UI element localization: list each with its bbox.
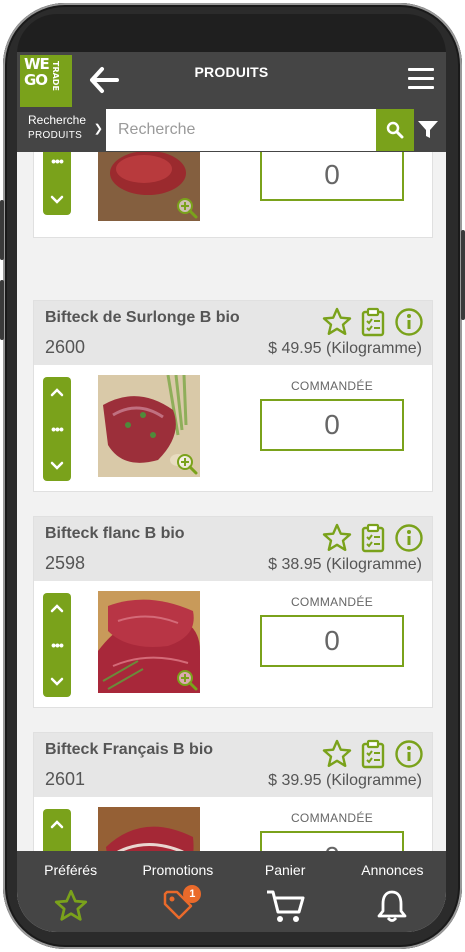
product-card-body: ••• CO xyxy=(34,581,432,707)
info-icon[interactable] xyxy=(394,739,424,769)
nav-label: Promotions xyxy=(142,862,214,878)
search-scope-select[interactable]: Recherche PRODUITS ❯ xyxy=(17,108,105,152)
nav-label: Panier xyxy=(264,862,306,878)
star-icon[interactable] xyxy=(322,523,352,553)
product-card-header: Bifteck flanc B bio 2598 $ 38.95 (Kilogr… xyxy=(34,517,432,581)
bottom-nav: Préférés Promotions 1 Panier Annonces xyxy=(17,851,446,932)
phone-side-button xyxy=(461,230,465,320)
search-button[interactable] xyxy=(376,109,414,151)
app-logo: WE GO TRADE xyxy=(20,55,72,107)
product-card-header: Bifteck de Surlonge B bio 2600 $ 49.95 (… xyxy=(34,301,432,365)
checklist-icon[interactable] xyxy=(358,739,388,769)
product-card: Bifteck de Surlonge B bio 2600 $ 49.95 (… xyxy=(33,300,433,492)
promotions-count-badge: 1 xyxy=(183,885,202,903)
app-header: WE GO TRADE PRODUITS xyxy=(17,52,446,108)
product-price: $ 49.95 (Kilogramme) xyxy=(268,340,422,357)
product-code: 2600 xyxy=(45,337,86,357)
chevron-up-icon[interactable] xyxy=(50,387,64,397)
nav-item-announcements[interactable]: Annonces xyxy=(339,851,446,932)
checklist-icon[interactable] xyxy=(358,523,388,553)
product-card-header: Bifteck Français B bio 2601 $ 39.95 (Kil… xyxy=(34,733,432,797)
info-icon[interactable] xyxy=(394,523,424,553)
nav-item-favorites[interactable]: Préférés xyxy=(17,851,124,932)
product-card: ••• 0 xyxy=(33,152,433,238)
quantity-stepper[interactable]: ••• xyxy=(43,593,71,697)
ordered-quantity-input[interactable]: 0 xyxy=(260,399,404,451)
star-icon[interactable] xyxy=(322,307,352,337)
quantity-stepper[interactable]: ••• xyxy=(43,377,71,481)
quantity-stepper[interactable]: ••• xyxy=(43,152,71,215)
product-name: Bifteck flanc B bio xyxy=(45,525,185,542)
search-input[interactable] xyxy=(106,109,376,151)
nav-item-cart[interactable]: Panier xyxy=(232,851,339,932)
chevron-down-icon: ❯ xyxy=(93,123,103,135)
zoom-icon[interactable] xyxy=(176,669,198,691)
ordered-label: COMMANDÉE xyxy=(290,811,374,825)
bell-icon xyxy=(377,890,407,922)
info-icon[interactable] xyxy=(394,307,424,337)
ordered-quantity-input[interactable]: 0 xyxy=(260,831,404,851)
chevron-up-icon[interactable] xyxy=(50,819,64,829)
phone-side-button xyxy=(0,280,4,340)
product-card-body: ••• COMMANDÉE 0 xyxy=(34,365,432,491)
product-image[interactable] xyxy=(98,152,200,221)
app-screen: WE GO TRADE PRODUITS Recherche PRODUITS … xyxy=(17,52,446,932)
chevron-down-icon[interactable] xyxy=(50,195,64,205)
phone-side-button xyxy=(0,200,4,260)
ordered-quantity-input[interactable]: 0 xyxy=(260,615,404,667)
ordered-quantity-input[interactable]: 0 xyxy=(260,152,404,201)
product-name: Bifteck Français B bio xyxy=(45,741,214,758)
ordered-label: COMMANDÉE xyxy=(290,595,374,609)
product-image[interactable] xyxy=(98,807,200,851)
stepper-handle-icon[interactable]: ••• xyxy=(51,154,64,168)
product-card-body: ••• CO xyxy=(34,797,432,851)
cart-icon xyxy=(267,890,305,922)
product-image[interactable] xyxy=(98,375,200,477)
nav-label: Annonces xyxy=(361,862,424,878)
ordered-label: COMMANDÉE xyxy=(290,379,374,393)
star-icon xyxy=(54,889,87,921)
stepper-handle-icon[interactable]: ••• xyxy=(51,638,64,652)
product-card: Bifteck Français B bio 2601 $ 39.95 (Kil… xyxy=(33,732,433,851)
product-code: 2598 xyxy=(45,553,86,573)
product-image[interactable] xyxy=(98,591,200,693)
chevron-up-icon[interactable] xyxy=(50,603,64,613)
status-area xyxy=(17,14,446,54)
product-price: $ 39.95 (Kilogramme) xyxy=(268,772,422,789)
stepper-handle-icon[interactable]: ••• xyxy=(51,422,64,436)
chevron-down-icon[interactable] xyxy=(50,677,64,687)
search-icon xyxy=(386,121,404,139)
chevron-down-icon[interactable] xyxy=(50,461,64,471)
hamburger-menu-icon[interactable] xyxy=(408,68,434,90)
filter-icon[interactable] xyxy=(417,120,439,140)
product-code: 2601 xyxy=(45,769,86,789)
product-list: ••• 0 Bifteck de Surlonge B bio 2600 $ 4… xyxy=(17,152,446,851)
quantity-stepper[interactable]: ••• xyxy=(43,809,71,851)
star-icon[interactable] xyxy=(322,739,352,769)
product-name: Bifteck de Surlonge B bio xyxy=(45,309,240,326)
search-bar: Recherche PRODUITS ❯ xyxy=(17,108,446,152)
nav-label: Préférés xyxy=(44,862,98,878)
zoom-icon[interactable] xyxy=(176,453,198,475)
checklist-icon[interactable] xyxy=(358,307,388,337)
nav-item-promotions[interactable]: Promotions 1 xyxy=(124,851,231,932)
zoom-icon[interactable] xyxy=(176,197,198,219)
page-title: PRODUITS xyxy=(194,64,269,80)
product-price: $ 38.95 (Kilogramme) xyxy=(268,556,422,573)
product-card: Bifteck flanc B bio 2598 $ 38.95 (Kilogr… xyxy=(33,516,433,708)
